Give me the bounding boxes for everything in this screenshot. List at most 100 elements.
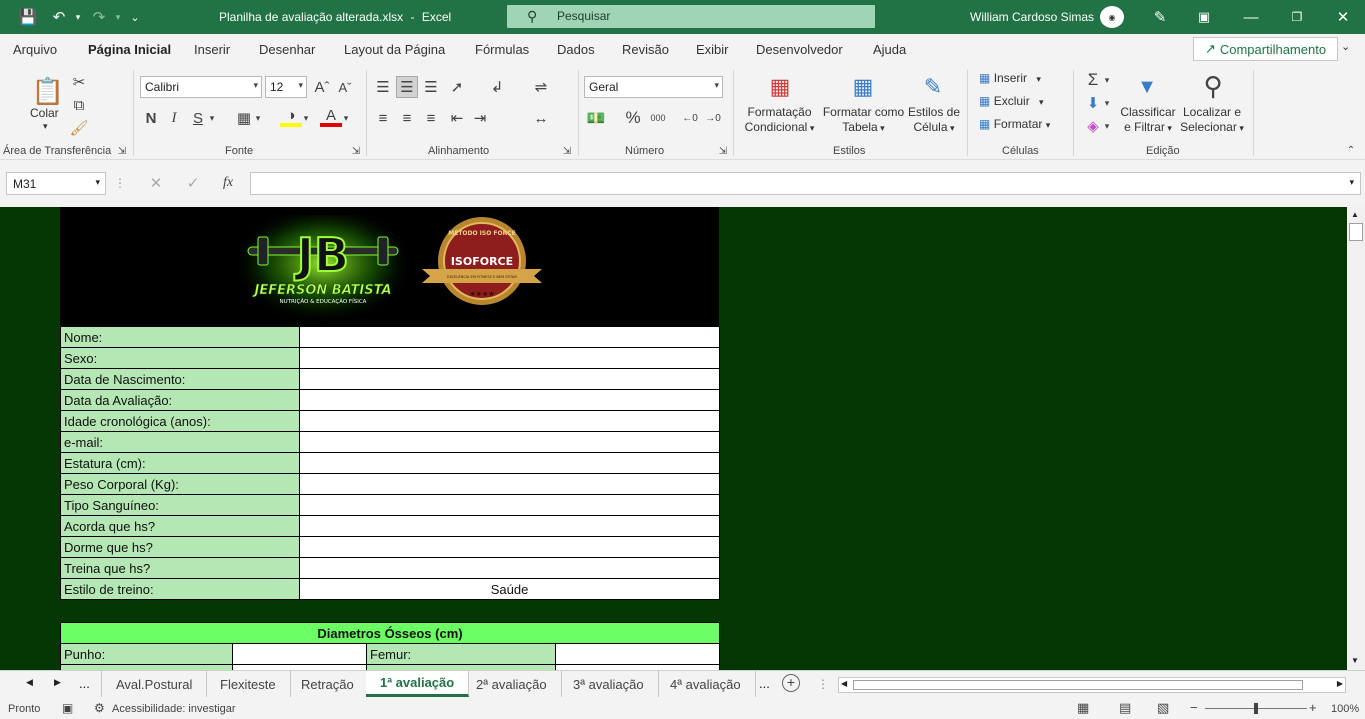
femur-label[interactable]: Femur: xyxy=(366,643,556,665)
number-format-select[interactable]: Geral ▾ xyxy=(584,76,723,98)
insert-function-button[interactable]: fx xyxy=(217,172,239,194)
font-name-select[interactable]: Calibri ▾ xyxy=(140,76,262,98)
prev-sheet-icon[interactable]: ◀ xyxy=(26,677,33,688)
accounting-format-icon[interactable]: 💵 xyxy=(585,107,607,129)
form-value[interactable]: Saúde xyxy=(299,578,720,600)
format-painter-icon[interactable]: 🖌 xyxy=(68,117,90,139)
user-name[interactable]: William Cardoso Simas xyxy=(970,10,1094,24)
tab-revisao[interactable]: Revisão xyxy=(622,42,669,57)
decrease-font-icon[interactable]: Aˇ xyxy=(334,76,356,98)
accessibility-icon[interactable]: ⚙ xyxy=(94,701,105,715)
tab-exibir[interactable]: Exibir xyxy=(696,42,729,57)
form-value[interactable] xyxy=(299,494,720,516)
expand-formula-icon[interactable]: ▾ xyxy=(1349,177,1354,188)
form-value[interactable] xyxy=(299,452,720,474)
increase-font-icon[interactable]: Aˆ xyxy=(311,76,333,98)
wrist-label[interactable]: Punho: xyxy=(60,643,233,665)
tab-inserir[interactable]: Inserir xyxy=(194,42,230,57)
pen-icon[interactable]: ✎ xyxy=(1149,6,1171,28)
sort-filter-icon[interactable]: ▼ xyxy=(1132,72,1162,102)
paste-dropdown-icon[interactable]: ▾ xyxy=(43,119,48,134)
form-label[interactable]: Tipo Sanguíneo: xyxy=(60,494,300,516)
page-break-view-icon[interactable]: ▧ xyxy=(1157,700,1169,716)
zoom-slider-thumb[interactable] xyxy=(1254,703,1258,714)
fill-dropdown-icon[interactable]: ▾ xyxy=(1101,92,1113,114)
increase-indent-icon[interactable]: ⇥ xyxy=(469,107,491,129)
form-label[interactable]: Nome: xyxy=(60,326,300,348)
format-as-table-icon[interactable]: ▦ xyxy=(848,72,878,102)
insert-cells-button[interactable]: ▦ Inserir ▾ xyxy=(979,71,1059,87)
increase-decimal-icon[interactable]: ←0 xyxy=(679,107,701,129)
form-value[interactable] xyxy=(299,410,720,432)
autosum-dropdown-icon[interactable]: ▾ xyxy=(1101,69,1113,91)
delete-cells-button[interactable]: ▦ Excluir ▾ xyxy=(979,94,1059,110)
save-icon[interactable]: 💾 xyxy=(17,6,39,28)
sort-filter-button[interactable]: Classificar e Filtrar ▾ xyxy=(1118,105,1178,136)
font-size-select[interactable]: 12 ▾ xyxy=(265,76,307,98)
cell-styles-button[interactable]: Estilos de Célula ▾ xyxy=(906,105,962,136)
wrap-text-icon[interactable]: ↲ xyxy=(486,76,508,98)
zoom-level[interactable]: 100% xyxy=(1331,703,1359,715)
form-label[interactable]: e-mail: xyxy=(60,431,300,453)
scroll-up-icon[interactable]: ▲ xyxy=(1351,210,1359,219)
format-cells-button[interactable]: ▦ Formatar ▾ xyxy=(979,117,1064,133)
align-center-icon[interactable]: ≡ xyxy=(396,107,418,129)
form-value[interactable] xyxy=(299,431,720,453)
tab-pagina-inicial[interactable]: Página Inicial xyxy=(88,42,172,67)
orientation-icon[interactable]: ➚ xyxy=(446,76,468,98)
comma-style-button[interactable]: 000 xyxy=(647,107,669,129)
align-left-icon[interactable]: ≡ xyxy=(372,107,394,129)
align-top-icon[interactable]: ☰ xyxy=(372,76,394,98)
conditional-formatting-button[interactable]: Formatação Condicional ▾ xyxy=(742,105,817,136)
ribbon-options-icon[interactable]: ⌄ xyxy=(1341,40,1350,53)
sheet-tab-4a-avaliacao[interactable]: 4ª avaliação xyxy=(656,671,756,697)
confirm-entry-icon[interactable]: ✓ xyxy=(182,172,204,194)
form-value[interactable] xyxy=(299,536,720,558)
close-icon[interactable]: ✕ xyxy=(1332,6,1354,28)
borders-dropdown-icon[interactable]: ▾ xyxy=(252,107,264,129)
form-value[interactable] xyxy=(299,347,720,369)
scroll-down-icon[interactable]: ▼ xyxy=(1351,656,1359,665)
form-value[interactable] xyxy=(299,368,720,390)
more-sheets-left[interactable]: ... xyxy=(79,676,90,691)
clipboard-launcher-icon[interactable]: ⇲ xyxy=(115,144,129,158)
form-label[interactable]: Treina que hs? xyxy=(60,557,300,579)
number-launcher-icon[interactable]: ⇲ xyxy=(716,144,730,158)
form-value[interactable] xyxy=(299,326,720,348)
cancel-entry-icon[interactable]: ✕ xyxy=(145,172,167,194)
clear-dropdown-icon[interactable]: ▾ xyxy=(1101,115,1113,137)
tab-split-handle[interactable]: ⋮ xyxy=(817,677,829,691)
underline-dropdown-icon[interactable]: ▾ xyxy=(206,107,218,129)
ribbon-display-icon[interactable]: ▣ xyxy=(1193,6,1215,28)
form-label[interactable]: Peso Corporal (Kg): xyxy=(60,473,300,495)
name-box[interactable]: M31 ▾ xyxy=(6,172,106,195)
form-label[interactable]: Acorda que hs? xyxy=(60,515,300,537)
avatar[interactable]: ◉ xyxy=(1100,6,1124,28)
horizontal-scrollbar[interactable]: ◀ ▶ xyxy=(838,677,1346,693)
sheet-tab-retracao[interactable]: Retração xyxy=(287,671,369,697)
form-value[interactable] xyxy=(299,515,720,537)
more-sheets-right[interactable]: ... xyxy=(759,676,770,691)
align-right-icon[interactable]: ≡ xyxy=(420,107,442,129)
form-label[interactable]: Idade cronológica (anos): xyxy=(60,410,300,432)
merge-center-icon[interactable]: ↔ xyxy=(530,107,552,129)
horizontal-scroll-thumb[interactable] xyxy=(853,680,1303,690)
form-value[interactable] xyxy=(299,557,720,579)
copy-icon[interactable]: ⧉ xyxy=(68,94,90,116)
fill-color-dropdown-icon[interactable]: ▾ xyxy=(300,107,312,129)
form-label[interactable]: Data da Avaliação: xyxy=(60,389,300,411)
scroll-right-icon[interactable]: ▶ xyxy=(1337,679,1343,688)
customize-toolbar-icon[interactable]: ⌄ xyxy=(124,6,146,28)
tab-formulas[interactable]: Fórmulas xyxy=(475,42,529,57)
tab-desenvolvedor[interactable]: Desenvolvedor xyxy=(756,42,843,57)
collapse-ribbon-icon[interactable]: ⌃ xyxy=(1343,142,1359,158)
paste-icon[interactable]: 📋 xyxy=(32,74,64,108)
alignment-launcher-icon[interactable]: ⇲ xyxy=(560,144,574,158)
sheet-tab-1a-avaliacao[interactable]: 1ª avaliação xyxy=(366,671,470,697)
normal-view-icon[interactable]: ▦ xyxy=(1077,700,1089,716)
form-label[interactable]: Sexo: xyxy=(60,347,300,369)
find-select-icon[interactable]: ⚲ xyxy=(1197,70,1229,102)
next-sheet-icon[interactable]: ▶ xyxy=(54,677,61,688)
cut-icon[interactable]: ✂ xyxy=(68,71,90,93)
bone-diameters-title[interactable]: Diametros Ósseos (cm) xyxy=(60,622,720,644)
